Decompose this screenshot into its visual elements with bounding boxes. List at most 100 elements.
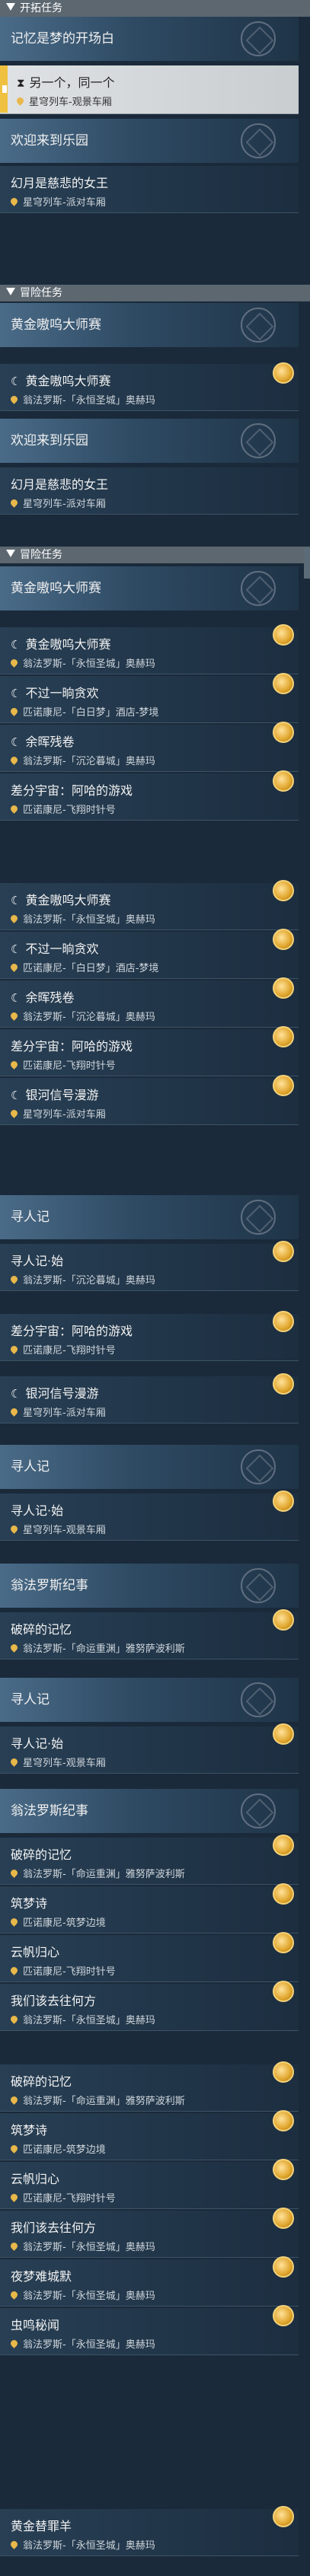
reward-coin-icon [273, 1932, 294, 1953]
location-pin-icon [9, 1965, 19, 1975]
quest-item[interactable]: 夜梦难城默 翁法罗斯-「永恒圣城」奥赫玛 [0, 2256, 299, 2307]
quest-item[interactable]: 破碎的记忆 翁法罗斯-「命运重渊」雅努萨波利斯 [0, 2061, 299, 2112]
group-emblem-icon [241, 423, 276, 458]
mask-icon: ☾ [11, 942, 21, 956]
quest-item[interactable]: 云帆归心 匹诺康尼-飞翔时针号 [0, 2159, 299, 2209]
quest-item[interactable]: 筑梦诗 匹诺康尼-筑梦边境 [0, 2110, 299, 2160]
reward-coin-icon [273, 2159, 294, 2180]
quest-group-xunren[interactable]: 寻人记 [0, 1195, 299, 1239]
group-emblem-icon [241, 1682, 276, 1717]
quest-group-golden-2[interactable]: 黄金嗷呜大师赛 [0, 566, 299, 611]
location-pin-icon [9, 1344, 19, 1354]
quest-item[interactable]: 破碎的记忆 翁法罗斯-「命运重渊」雅努萨波利斯 [0, 1609, 299, 1659]
quest-item[interactable]: ☾ 不过一晌贪欢 匹诺康尼-「白日梦」酒店-梦境 [0, 673, 299, 723]
location-pin-icon [9, 1060, 19, 1070]
collapse-triangle-icon [6, 3, 15, 11]
quest-item[interactable]: ☾ 黄金嗷呜大师赛 翁法罗斯-「永恒圣城」奥赫玛 [0, 880, 299, 930]
reward-coin-icon [273, 1883, 294, 1905]
reward-coin-icon [273, 1609, 294, 1631]
reward-coin-icon [273, 1075, 294, 1096]
location-pin-icon [9, 706, 19, 716]
quest-group-memory[interactable]: 记忆是梦的开场白 [0, 17, 299, 61]
quest-item[interactable]: 寻人记·始 星穹列车-观景车厢 [0, 1490, 299, 1541]
mask-icon: ☾ [11, 638, 21, 652]
reward-coin-icon [273, 1835, 294, 1856]
quest-item[interactable]: 破碎的记忆 翁法罗斯-「命运重渊」雅努萨波利斯 [0, 1835, 299, 1885]
quest-item[interactable]: ☾ 银河信号漫游 星穹列车-派对车厢 [0, 1373, 299, 1423]
location-pin-icon [9, 1757, 19, 1767]
section-header-adventure-2[interactable]: 冒险任务 [0, 547, 310, 563]
quest-item[interactable]: 云帆归心 匹诺康尼-飞翔时针号 [0, 1932, 299, 1982]
quest-item[interactable]: 寻人记·始 翁法罗斯-「沉沦暮城」奥赫玛 [0, 1241, 299, 1291]
quest-item[interactable]: 差分宇宙：阿哈的游戏 匹诺康尼-飞翔时针号 [0, 1311, 299, 1361]
reward-coin-icon [273, 1723, 294, 1745]
location-pin-icon [9, 2539, 19, 2549]
group-emblem-icon [241, 1793, 276, 1828]
mask-icon: ☾ [11, 735, 21, 749]
location-pin-icon [15, 96, 25, 106]
quest-item[interactable]: ☾ 余晖残卷 翁法罗斯-「沉沦暮城」奥赫玛 [0, 722, 299, 772]
quest-item[interactable]: ☾ 黄金嗷呜大师赛 翁法罗斯-「永恒圣城」奥赫玛 [0, 362, 299, 411]
selected-indicator-icon [0, 65, 8, 113]
quest-item[interactable]: ☾ 黄金嗷呜大师赛 翁法罗斯-「永恒圣城」奥赫玛 [0, 624, 299, 674]
collapse-triangle-icon [6, 288, 15, 295]
reward-coin-icon [273, 2061, 294, 2083]
reward-coin-icon [273, 722, 294, 743]
quest-item[interactable]: ☾ 银河信号漫游 星穹列车-派对车厢 [0, 1075, 299, 1125]
mask-icon: ☾ [11, 375, 21, 388]
quest-group-wfl[interactable]: 翁法罗斯纪事 [0, 1564, 299, 1608]
quest-item[interactable]: 差分宇宙：阿哈的游戏 匹诺康尼-飞翔时针号 [0, 1026, 299, 1076]
quest-item[interactable]: 我们该去往何方 翁法罗斯-「永恒圣城」奥赫玛 [0, 2208, 299, 2258]
location-pin-icon [9, 658, 19, 668]
reward-coin-icon [273, 977, 294, 999]
location-pin-icon [9, 2241, 19, 2251]
quest-item[interactable]: ☾ 余晖残卷 翁法罗斯-「沉沦暮城」奥赫玛 [0, 977, 299, 1028]
quest-group-wfl-2[interactable]: 翁法罗斯纪事 [0, 1789, 299, 1833]
section-header-trailblaze[interactable]: 开拓任务 [0, 0, 310, 17]
location-pin-icon [9, 1274, 19, 1284]
quest-item[interactable]: 黄金替罪羊 翁法罗斯-「永恒圣城」奥赫玛 [0, 2506, 299, 2556]
reward-coin-icon [273, 1981, 294, 2002]
quest-item[interactable]: 筑梦诗 匹诺康尼-筑梦边境 [0, 1883, 299, 1934]
quest-item[interactable]: 虫鸣秘闻 翁法罗斯-「永恒圣城」奥赫玛 [0, 2305, 299, 2355]
quest-item-selected[interactable]: ⧗ 另一个，同一个 星穹列车-观景车厢 [0, 65, 299, 114]
reward-coin-icon [273, 673, 294, 694]
location-pin-icon [9, 498, 19, 508]
quest-group-xunren-2[interactable]: 寻人记 [0, 1445, 299, 1489]
location-pin-icon [9, 755, 19, 765]
reward-coin-icon [273, 2208, 294, 2229]
scrollbar-thumb[interactable] [304, 548, 310, 579]
quest-item[interactable]: 幻月是慈悲的女王 星穹列车-派对车厢 [0, 467, 299, 515]
location-pin-icon [9, 2095, 19, 2105]
group-emblem-icon [241, 1568, 276, 1603]
location-pin-icon [9, 1108, 19, 1118]
reward-coin-icon [273, 2110, 294, 2131]
location-pin-icon [9, 1917, 19, 1927]
section-header-adventure[interactable]: 冒险任务 [0, 285, 310, 301]
quest-item[interactable]: ☾ 不过一晌贪欢 匹诺康尼-「白日梦」酒店-梦境 [0, 929, 299, 979]
reward-coin-icon [273, 2305, 294, 2326]
reward-coin-icon [273, 2256, 294, 2278]
quest-group-welcome-2[interactable]: 欢迎来到乐园 [0, 419, 299, 463]
quest-group-welcome[interactable]: 欢迎来到乐园 [0, 119, 299, 163]
quest-group-golden[interactable]: 黄金嗷呜大师赛 [0, 303, 299, 347]
mask-icon: ☾ [11, 1089, 21, 1102]
quest-group-xunren-3[interactable]: 寻人记 [0, 1678, 299, 1722]
quest-item[interactable]: 差分宇宙：阿哈的游戏 匹诺康尼-飞翔时针号 [0, 770, 299, 821]
quest-item[interactable]: 幻月是慈悲的女王 星穹列车-派对车厢 [0, 166, 299, 213]
location-pin-icon [9, 804, 19, 814]
group-emblem-icon [241, 1449, 276, 1484]
quest-item[interactable]: 寻人记·始 星穹列车-观景车厢 [0, 1723, 299, 1774]
reward-coin-icon [273, 880, 294, 901]
reward-coin-icon [273, 1026, 294, 1047]
reward-coin-icon [273, 1311, 294, 1332]
group-emblem-icon [241, 308, 276, 343]
reward-coin-icon [273, 770, 294, 792]
location-pin-icon [9, 913, 19, 923]
reward-coin-icon [273, 1490, 294, 1512]
location-pin-icon [9, 1407, 19, 1417]
group-emblem-icon [241, 1200, 276, 1235]
hourglass-icon: ⧗ [17, 76, 25, 90]
location-pin-icon [9, 2338, 19, 2348]
quest-item[interactable]: 我们该去往何方 翁法罗斯-「永恒圣城」奥赫玛 [0, 1981, 299, 2031]
